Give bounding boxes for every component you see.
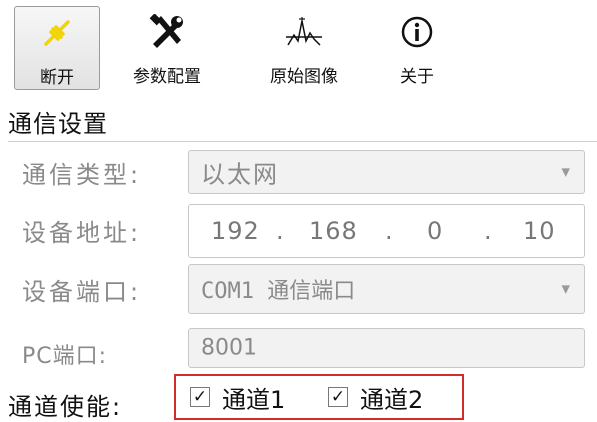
section-divider	[8, 141, 597, 142]
channel2-checkbox[interactable]: ✓ 通道2	[328, 376, 423, 418]
channel-enable-group: ✓ 通道1 ✓ 通道2	[174, 374, 464, 420]
chevron-down-icon: ▼	[561, 282, 570, 296]
ip-octet-3[interactable]: 0	[427, 217, 443, 245]
about-button[interactable]: 关于	[382, 6, 452, 90]
param-config-button[interactable]: 参数配置	[112, 6, 222, 90]
tools-icon	[112, 12, 222, 52]
channel-enable-label: 通道使能:	[8, 393, 123, 421]
channel2-label: 通道2	[360, 385, 424, 414]
channel1-checkbox[interactable]: ✓ 通道1	[190, 376, 285, 418]
device-port-select[interactable]: COM1 通信端口 ▼	[188, 264, 585, 314]
disconnect-button[interactable]: 断开	[14, 6, 100, 90]
device-port-label: 设备端口:	[22, 278, 142, 306]
about-label: 关于	[400, 67, 434, 87]
pc-port-value: 8001	[201, 335, 257, 361]
checkmark-icon: ✓	[190, 387, 210, 407]
comm-type-label: 通信类型:	[22, 161, 142, 189]
comm-type-select[interactable]: 以太网 ▼	[188, 150, 585, 194]
info-icon	[382, 12, 452, 52]
checkmark-icon: ✓	[328, 387, 348, 407]
ip-separator: .	[276, 217, 284, 245]
param-config-label: 参数配置	[133, 67, 201, 87]
raw-image-button[interactable]: 原始图像	[238, 6, 370, 90]
comm-settings-title: 通信设置	[8, 110, 108, 138]
device-address-label: 设备地址:	[22, 219, 142, 247]
ip-octet-1[interactable]: 192	[211, 217, 260, 245]
ip-separator: .	[484, 217, 492, 245]
pc-port-input[interactable]: 8001	[188, 328, 585, 368]
chevron-down-icon: ▼	[561, 165, 570, 179]
waveform-icon	[238, 12, 370, 52]
comm-type-value: 以太网	[201, 160, 279, 189]
toolbar: 断开 参数配置 原始图像 关于	[0, 0, 597, 100]
ip-octet-2[interactable]: 168	[309, 217, 358, 245]
raw-image-label: 原始图像	[270, 67, 338, 87]
ip-separator: .	[385, 217, 393, 245]
connect-plug-icon	[15, 13, 99, 53]
device-port-value: COM1 通信端口	[201, 279, 356, 304]
ip-octet-4[interactable]: 10	[523, 217, 556, 245]
pc-port-label: PC端口:	[22, 344, 108, 369]
ip-address-input[interactable]: 192 . 168 . 0 . 10	[188, 204, 585, 258]
disconnect-label: 断开	[40, 68, 74, 88]
channel1-label: 通道1	[222, 385, 286, 414]
